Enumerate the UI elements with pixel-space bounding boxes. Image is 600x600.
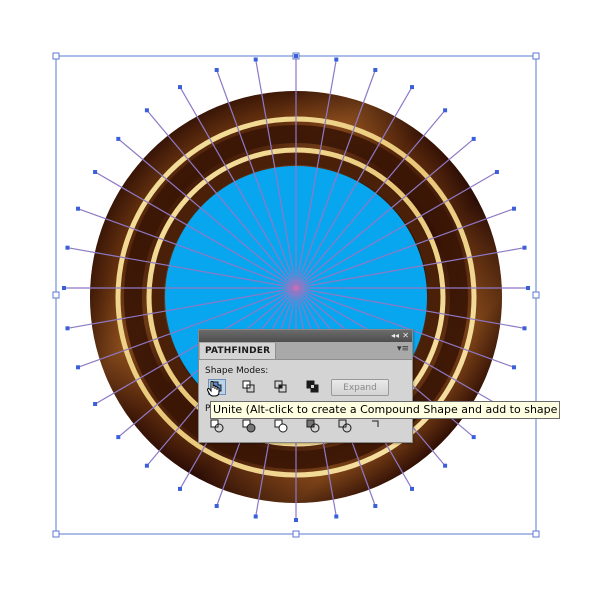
ray-anchor-point[interactable] <box>443 463 448 468</box>
ray-anchor-point[interactable] <box>410 85 414 90</box>
ray-anchor-point[interactable] <box>116 136 121 141</box>
ray-anchor-point[interactable] <box>294 54 298 58</box>
ray-anchor-point[interactable] <box>471 136 476 141</box>
exclude-icon <box>306 380 319 393</box>
ray-anchor-point[interactable] <box>443 108 448 113</box>
ray-anchor-point[interactable] <box>334 514 339 519</box>
selection-handle[interactable] <box>532 291 540 299</box>
ray-anchor-point[interactable] <box>526 286 530 290</box>
divide-icon <box>210 419 224 433</box>
ray-anchor-point[interactable] <box>253 514 258 519</box>
panel-menu-icon[interactable]: ▾≡ <box>397 344 409 354</box>
collapse-panel-icon[interactable]: ◂◂ <box>391 330 399 342</box>
intersect-button[interactable] <box>272 379 290 395</box>
unite-tooltip: Unite (Alt-click to create a Compound Sh… <box>210 401 561 419</box>
intersect-icon <box>274 380 287 393</box>
panel-titlebar[interactable]: ◂◂ ✕ <box>199 330 412 342</box>
trim-icon <box>242 419 256 433</box>
expand-button[interactable]: Expand <box>331 379 389 396</box>
ray-anchor-point[interactable] <box>62 286 66 290</box>
ray-anchor-point[interactable] <box>178 486 182 491</box>
ray-anchor-point[interactable] <box>178 85 182 90</box>
trim-button[interactable] <box>240 418 258 434</box>
crop-button[interactable] <box>304 418 322 434</box>
ray-anchor-point[interactable] <box>76 365 80 370</box>
tab-pathfinder[interactable]: PATHFINDER <box>200 343 277 359</box>
ray-anchor-point[interactable] <box>93 170 98 174</box>
ray-anchor-point[interactable] <box>522 326 527 331</box>
artboard-canvas[interactable] <box>0 0 600 600</box>
ray-anchor-point[interactable] <box>65 326 70 331</box>
ray-anchor-point[interactable] <box>116 435 121 440</box>
ray-anchor-point[interactable] <box>144 463 149 468</box>
ray-anchor-point[interactable] <box>144 108 149 113</box>
minus-back-button[interactable] <box>368 418 386 434</box>
ray-anchor-point[interactable] <box>373 504 378 508</box>
selection-handle[interactable] <box>292 530 300 538</box>
ray-anchor-point[interactable] <box>253 57 258 62</box>
ray-anchor-point[interactable] <box>494 170 499 174</box>
radial-rays[interactable] <box>62 54 530 522</box>
ray-anchor-point[interactable] <box>214 68 219 72</box>
outline-button[interactable] <box>336 418 354 434</box>
minus-back-icon <box>372 420 379 427</box>
ray-anchor-point[interactable] <box>65 245 70 250</box>
divide-button[interactable] <box>208 418 226 434</box>
hand-cursor-icon <box>207 381 220 397</box>
exclude-button[interactable] <box>304 379 322 395</box>
outline-icon <box>338 419 352 433</box>
ray-anchor-point[interactable] <box>76 206 80 211</box>
merge-button[interactable] <box>272 418 290 434</box>
selection-handle[interactable] <box>532 530 540 538</box>
merge-icon <box>274 419 288 433</box>
ray-center-point <box>293 285 299 291</box>
selection-handle[interactable] <box>52 291 60 299</box>
ray-anchor-point[interactable] <box>334 57 339 62</box>
selection-handle[interactable] <box>52 52 60 60</box>
ray-anchor-point[interactable] <box>522 245 527 250</box>
selection-handle[interactable] <box>532 52 540 60</box>
selection-handle[interactable] <box>52 530 60 538</box>
panel-tabbar: PATHFINDER ▾≡ <box>199 342 412 360</box>
shape-modes-label: Shape Modes: <box>205 366 269 376</box>
pathfinder-panel[interactable]: ◂◂ ✕ PATHFINDER ▾≡ Shape Modes: Expand P <box>198 329 413 443</box>
ray-anchor-point[interactable] <box>512 206 516 211</box>
ray-anchor-point[interactable] <box>373 68 378 72</box>
ray-anchor-point[interactable] <box>294 518 298 522</box>
minus-front-button[interactable] <box>240 379 258 395</box>
crop-icon <box>306 419 320 433</box>
close-panel-icon[interactable]: ✕ <box>402 330 409 342</box>
ray-anchor-point[interactable] <box>214 504 219 508</box>
ray-anchor-point[interactable] <box>410 486 414 491</box>
ray-anchor-point[interactable] <box>471 435 476 440</box>
minus-front-icon <box>242 380 255 393</box>
ray-anchor-point[interactable] <box>512 365 516 370</box>
ray-anchor-point[interactable] <box>93 402 98 406</box>
